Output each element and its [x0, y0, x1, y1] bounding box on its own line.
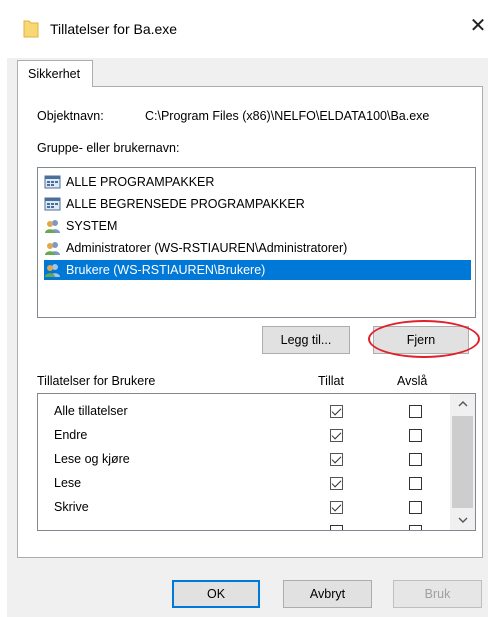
allow-checkbox[interactable] [330, 405, 343, 418]
permissions-label: Tillatelser for Brukere [37, 374, 156, 388]
apply-button[interactable]: Bruk [393, 580, 482, 608]
permission-name: Alle tillatelser [54, 404, 128, 418]
deny-checkbox[interactable] [409, 453, 422, 466]
list-item[interactable]: SYSTEM [44, 216, 469, 236]
package-icon [44, 174, 62, 190]
tab-security[interactable]: Sikkerhet [17, 60, 93, 87]
deny-checkbox[interactable] [409, 405, 422, 418]
permission-name: Skrive [54, 500, 89, 514]
folder-icon [23, 20, 39, 38]
remove-button[interactable]: Fjern [373, 326, 469, 354]
list-item[interactable]: Administratorer (WS-RSTIAUREN\Administra… [44, 238, 469, 258]
ok-button[interactable]: OK [172, 580, 260, 608]
object-path: C:\Program Files (x86)\NELFO\ELDATA100\B… [145, 109, 430, 123]
permissions-table: Alle tillatelser Endre Lese og kjøre Les… [37, 393, 476, 531]
list-item-label: Brukere (WS-RSTIAUREN\Brukere) [66, 263, 266, 277]
permission-name: Lese og kjøre [54, 452, 130, 466]
scroll-thumb[interactable] [452, 416, 473, 508]
title-bar: Tillatelser for Ba.exe ✕ [0, 0, 495, 58]
users-icon [44, 262, 62, 278]
close-icon[interactable]: ✕ [466, 14, 490, 38]
scroll-up-icon[interactable] [450, 394, 475, 414]
object-name-label: Objektnavn: [37, 109, 104, 123]
permission-name: Endre [54, 428, 88, 442]
cancel-button[interactable]: Avbryt [283, 580, 372, 608]
groups-list[interactable]: ALLE PROGRAMPAKKER ALLE BEGRENSEDE PROGR… [37, 167, 476, 318]
list-item-label: ALLE BEGRENSEDE PROGRAMPAKKER [66, 197, 305, 211]
allow-checkbox[interactable] [330, 477, 343, 490]
allow-checkbox[interactable] [330, 525, 343, 530]
table-row: Skrive [38, 495, 450, 519]
scrollbar[interactable] [450, 394, 475, 530]
list-item-selected[interactable]: Brukere (WS-RSTIAUREN\Brukere) [44, 260, 471, 280]
permission-name: Lese [54, 476, 82, 490]
deny-checkbox[interactable] [409, 525, 422, 530]
list-item-label: ALLE PROGRAMPAKKER [66, 175, 215, 189]
window-title: Tillatelser for Ba.exe [50, 21, 178, 37]
allow-checkbox[interactable] [330, 453, 343, 466]
deny-checkbox[interactable] [409, 429, 422, 442]
table-row-partial [38, 519, 450, 530]
groups-label: Gruppe- eller brukernavn: [37, 141, 180, 155]
table-row: Lese og kjøre [38, 447, 450, 471]
list-item[interactable]: ALLE PROGRAMPAKKER [44, 172, 469, 192]
allow-header: Tillat [318, 374, 344, 388]
package-icon [44, 196, 62, 212]
users-icon [44, 218, 62, 234]
add-button[interactable]: Legg til... [262, 326, 350, 354]
table-row: Alle tillatelser [38, 399, 450, 423]
deny-checkbox[interactable] [409, 501, 422, 514]
deny-checkbox[interactable] [409, 477, 422, 490]
allow-checkbox[interactable] [330, 501, 343, 514]
list-item-label: SYSTEM [66, 219, 118, 233]
allow-checkbox[interactable] [330, 429, 343, 442]
list-item[interactable]: ALLE BEGRENSEDE PROGRAMPAKKER [44, 194, 469, 214]
table-row: Endre [38, 423, 450, 447]
scroll-down-icon[interactable] [450, 510, 475, 530]
users-icon [44, 240, 62, 256]
table-row: Lese [38, 471, 450, 495]
deny-header: Avslå [397, 374, 428, 388]
list-item-label: Administratorer (WS-RSTIAUREN\Administra… [66, 241, 348, 255]
